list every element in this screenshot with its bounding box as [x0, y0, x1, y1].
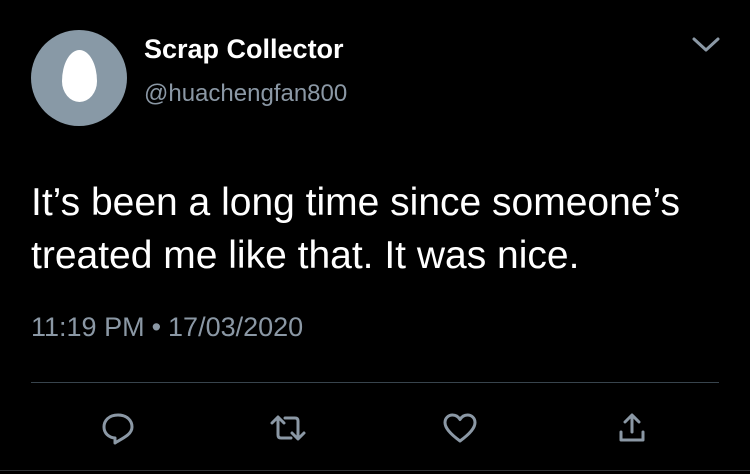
reply-button[interactable] [98, 408, 138, 448]
divider [31, 382, 719, 383]
share-icon [619, 413, 645, 442]
tweet-detail: Scrap Collector @huachengfan800 It’s bee… [0, 0, 750, 474]
divider [0, 470, 750, 471]
user-handle[interactable]: @huachengfan800 [144, 80, 347, 108]
reply-icon [102, 413, 134, 445]
tweet-text-line: treated me like that. It was nice. [31, 234, 580, 277]
share-button[interactable] [612, 408, 652, 448]
tweet-time: 11:19 PM [31, 312, 145, 342]
egg-avatar-icon [62, 50, 97, 102]
chevron-down-icon[interactable] [688, 30, 724, 58]
retweet-icon [270, 415, 306, 441]
heart-icon [443, 413, 477, 443]
meta-separator: • [151, 312, 162, 342]
tweet-timestamp[interactable]: 11:19 PM • 17/03/2020 [31, 312, 303, 343]
avatar[interactable] [31, 30, 127, 126]
tweet-text-line: It’s been a long time since someone’s [31, 181, 680, 224]
tweet-text: It’s been a long time since someone’s tr… [31, 176, 731, 282]
tweet-date: 17/03/2020 [168, 312, 304, 342]
display-name[interactable]: Scrap Collector [144, 34, 344, 65]
retweet-button[interactable] [268, 408, 308, 448]
like-button[interactable] [440, 408, 480, 448]
